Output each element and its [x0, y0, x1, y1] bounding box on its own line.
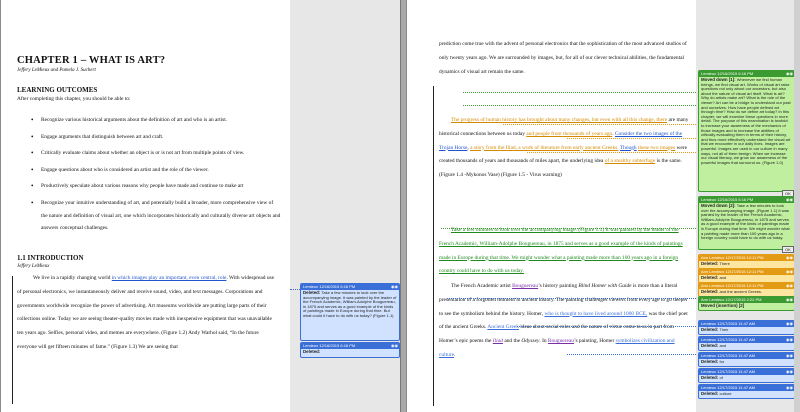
comment-balloon[interactable]: Lemieux 12/16/2015 6:16 PM ◉◉ Moved down … — [698, 196, 795, 250]
balloon-options-icon[interactable]: ◉◉ — [388, 343, 398, 349]
document-page-left[interactable]: CHAPTER 1 – WHAT IS ART? Jeffery LeMieux… — [0, 0, 291, 412]
comment-balloon[interactable]: Lemieux 12/17/2015 11:47 AM ◉◉ Deleted: T… — [698, 320, 795, 335]
markup-pane-left: Lemieux 12/16/2015 6:16 PM ◉◉ Deleted: Ta… — [290, 0, 401, 412]
change-bar — [433, 86, 434, 406]
balloon-connector — [447, 298, 696, 300]
comment-balloon[interactable]: Lemieux 12/16/2015 6:16 PM ◉◉ Deleted: Ta… — [300, 283, 400, 341]
learning-outcomes-intro: After completing this chapter, you shoul… — [17, 96, 131, 102]
section-heading: 1.1 INTRODUCTION — [17, 254, 84, 262]
comment-balloon[interactable]: Ann Lemieux 12/17/2015 12:11 PM ◉◉ Delete… — [698, 268, 795, 283]
list-item: Productively speculate about various rea… — [31, 180, 281, 193]
comment-balloon[interactable]: Ann Lemieux 12/17/2015 2:22 PM ◉◉ Moved (… — [698, 296, 795, 311]
balloon-options-icon[interactable]: ◉◉ — [783, 297, 793, 303]
paragraph-moved: Take a few minutes to look over the acco… — [439, 224, 689, 279]
balloon-options-icon[interactable]: ◉◉ — [783, 269, 793, 275]
balloon-options-icon[interactable]: ◉◉ — [783, 385, 793, 391]
balloon-options-icon[interactable]: ◉◉ — [783, 283, 793, 289]
comment-balloon[interactable]: Lemieux 12/17/2015 11:47 AM ◉◉ Deleted: c… — [698, 384, 795, 399]
comment-balloon[interactable]: Lemieux 12/16/2015 6:16 PM ◉◉ Deleted: — [300, 342, 400, 358]
learning-outcomes-list: Recognize various historical arguments a… — [31, 114, 281, 239]
vertical-scrollbar[interactable] — [794, 0, 800, 412]
balloon-connector — [527, 152, 696, 154]
list-item: Engage arguments that distinguish betwee… — [31, 131, 281, 144]
comment-balloon[interactable]: Lemieux 12/17/2015 11:47 AM ◉◉ Deleted: o… — [698, 368, 795, 383]
balloon-options-icon[interactable]: ◉◉ — [783, 321, 793, 327]
balloon-options-icon[interactable]: ◉◉ — [783, 197, 793, 203]
markup-pane-right: Lemieux 12/16/2015 6:16 PM ◉◉ Moved down … — [696, 0, 800, 412]
comment-balloon[interactable]: Lemieux 12/17/2015 11:47 AM ◉◉ Deleted: a… — [698, 336, 795, 351]
change-bar — [12, 276, 13, 404]
list-item: Critically evaluate claims about whether… — [31, 147, 281, 160]
ok-button[interactable]: OK — [782, 246, 794, 253]
balloon-options-icon[interactable]: ◉◉ — [388, 284, 398, 290]
comment-balloon[interactable]: Ann Lemieux 12/17/2015 12:11 PM ◉◉ Delete… — [698, 254, 795, 269]
balloon-options-icon[interactable]: ◉◉ — [783, 353, 793, 359]
balloon-connector — [463, 92, 696, 94]
list-item: Engage questions about who is considered… — [31, 164, 281, 177]
section-author: Jeffery LeMieux — [17, 264, 50, 269]
balloon-connector — [503, 124, 696, 126]
list-item: Recognize various historical arguments a… — [31, 114, 281, 127]
balloon-connector — [517, 326, 696, 328]
balloon-options-icon[interactable]: ◉◉ — [783, 255, 793, 261]
balloon-connector — [567, 138, 696, 140]
balloon-connector — [567, 354, 696, 356]
chapter-title: CHAPTER 1 – WHAT IS ART? — [17, 55, 166, 66]
list-item: Recognize your intuitive understanding o… — [31, 197, 281, 235]
paragraph-homer: The French Academic artist Bouguereau’s … — [439, 283, 688, 358]
comment-balloon[interactable]: Lemieux 12/16/2015 6:16 PM ◉◉ Moved down … — [698, 70, 795, 192]
balloon-connector — [463, 105, 696, 107]
moved-text: Take a few minutes to look over the acco… — [439, 227, 683, 275]
balloon-connector — [290, 289, 300, 291]
intro-paragraph: We live in a rapidly changing world in w… — [17, 275, 275, 350]
chapter-authors: Jeffery LeMieux and Pamela J. Suchert — [17, 68, 96, 73]
balloon-options-icon[interactable]: ◉◉ — [783, 71, 793, 77]
comment-balloon[interactable]: Ann Lemieux 12/17/2015 12:11 PM ◉◉ Delete… — [698, 282, 795, 297]
balloon-options-icon[interactable]: ◉◉ — [783, 369, 793, 375]
balloon-connector — [441, 228, 696, 230]
document-page-right[interactable]: prediction come true with the advent of … — [406, 0, 697, 412]
balloon-options-icon[interactable]: ◉◉ — [783, 337, 793, 343]
paragraph-top: prediction come true with the advent of … — [439, 41, 687, 75]
comment-balloon[interactable]: Lemieux 12/17/2015 11:47 AM ◉◉ Deleted: f… — [698, 352, 795, 367]
learning-outcomes-heading: LEARNING OUTCOMES — [17, 86, 98, 94]
insertion: in which images play an important, even … — [111, 275, 227, 281]
